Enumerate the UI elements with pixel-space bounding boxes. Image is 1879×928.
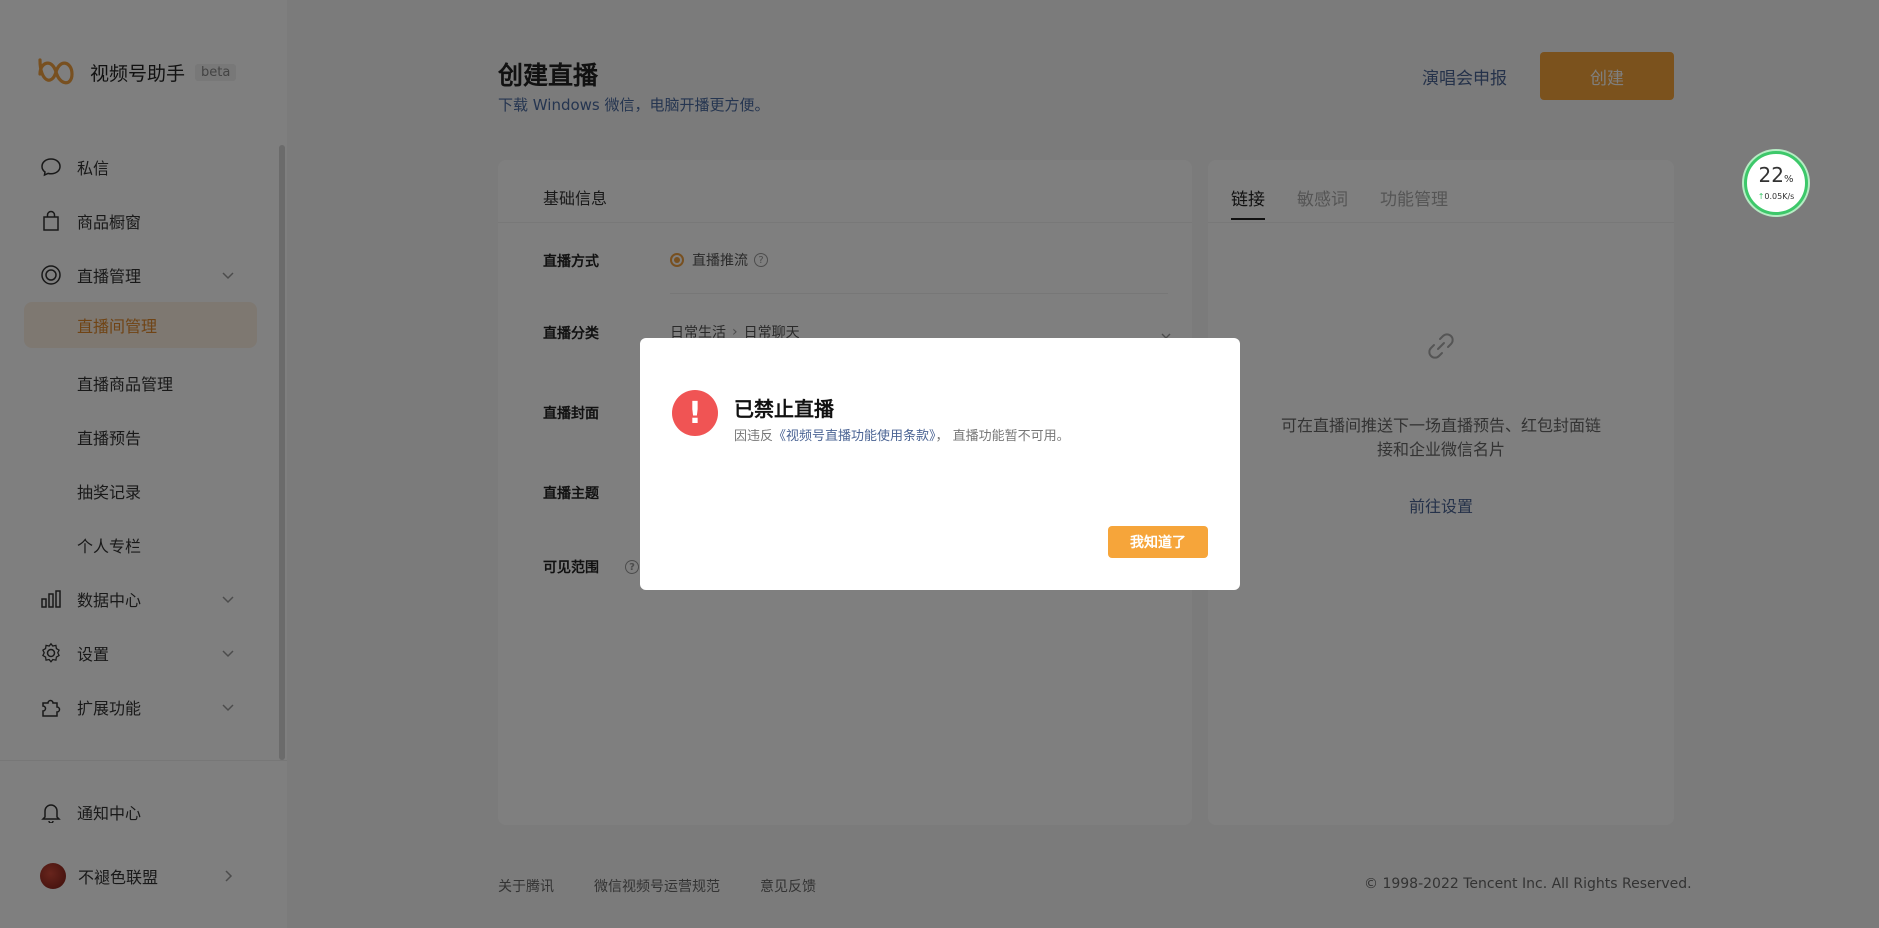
dialog-title: 已禁止直播 [734, 397, 834, 421]
dialog-message: 因违反《视频号直播功能使用条款》， 直播功能暂不可用。 [734, 429, 1070, 444]
acknowledge-button[interactable]: 我知道了 [1108, 526, 1208, 558]
live-banned-dialog: ! 已禁止直播 因违反《视频号直播功能使用条款》， 直播功能暂不可用。 我知道了 [640, 338, 1240, 590]
warning-icon: ! [672, 390, 718, 436]
speed-percent: 22% [1758, 163, 1794, 187]
speed-rate: ↑0.05K/s [1757, 192, 1795, 201]
terms-link[interactable]: 《视频号直播功能使用条款》 [773, 429, 936, 444]
network-speed-widget[interactable]: 22% ↑0.05K/s [1744, 151, 1808, 215]
